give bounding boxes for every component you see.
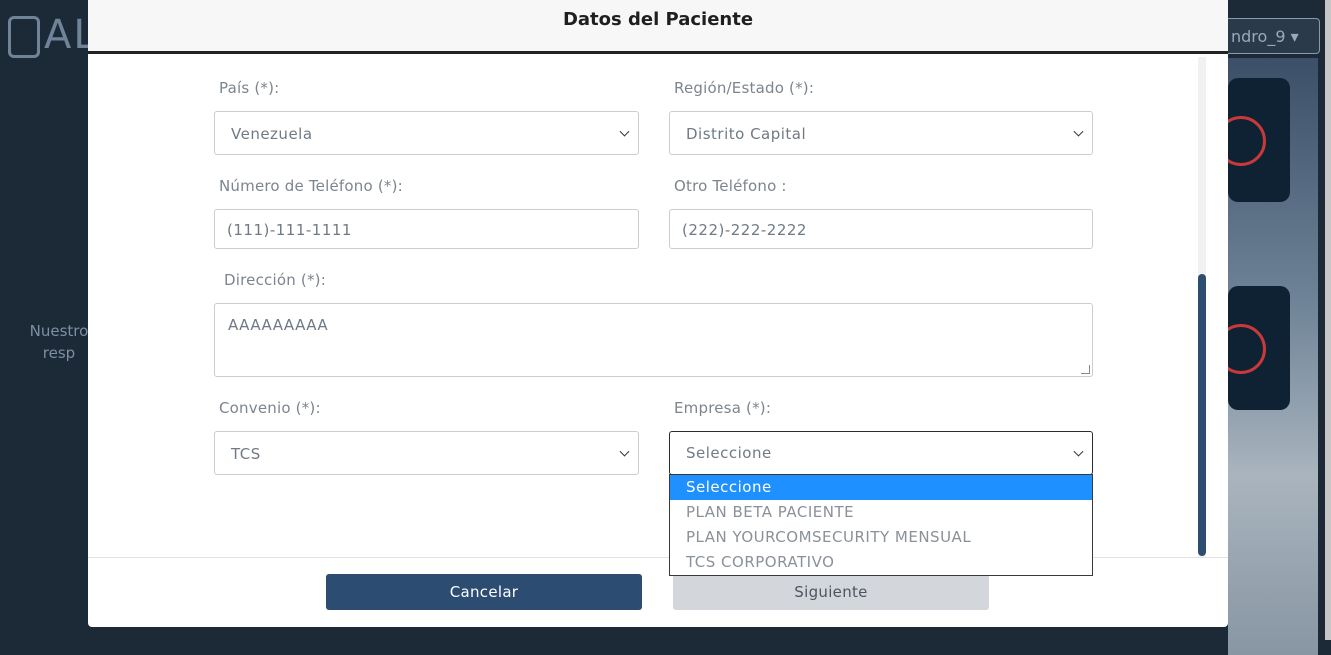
empresa-option[interactable]: PLAN BETA PACIENTE — [670, 500, 1092, 525]
next-button[interactable]: Siguiente — [673, 574, 989, 610]
direccion-label: Dirección (*): — [224, 271, 326, 289]
convenio-label: Convenio (*): — [219, 399, 321, 417]
otro-telefono-input[interactable]: (222)-222-2222 — [669, 209, 1093, 249]
region-label: Región/Estado (*): — [674, 79, 815, 97]
modal-scrollbar[interactable] — [1198, 57, 1206, 557]
page-scrollbar[interactable] — [1325, 0, 1331, 640]
region-select[interactable]: Distrito Capital — [669, 111, 1093, 155]
resize-handle-icon[interactable] — [1081, 365, 1090, 374]
modal-scrollbar-thumb[interactable] — [1198, 274, 1206, 556]
empresa-label: Empresa (*): — [674, 399, 772, 417]
empresa-select[interactable]: Seleccione — [669, 431, 1093, 475]
empresa-option[interactable]: TCS CORPORATIVO — [670, 550, 1092, 575]
empresa-option[interactable]: PLAN YOURCOMSECURITY MENSUAL — [670, 525, 1092, 550]
background-card[interactable] — [1216, 286, 1290, 410]
modal-body: País (*): Venezuela Región/Estado (*): D… — [88, 57, 1228, 576]
user-menu[interactable]: ndro_9 ▾ — [1222, 18, 1320, 54]
empresa-dropdown-list: Seleccione PLAN BETA PACIENTE PLAN YOURC… — [669, 474, 1093, 576]
modal-header: Datos del Paciente — [88, 0, 1228, 54]
background-text: Nuestro resp — [29, 322, 89, 362]
pais-label: País (*): — [219, 79, 280, 97]
otro-telefono-label: Otro Teléfono : — [674, 177, 787, 195]
convenio-select[interactable]: TCS — [214, 431, 639, 475]
patient-data-modal: Datos del Paciente País (*): Venezuela R… — [88, 0, 1228, 627]
modal-title: Datos del Paciente — [562, 9, 754, 30]
telefono-input[interactable]: (111)-111-1111 — [214, 209, 639, 249]
pais-select[interactable]: Venezuela — [214, 111, 639, 155]
direccion-textarea[interactable]: AAAAAAAAA — [214, 303, 1093, 377]
cancel-button[interactable]: Cancelar — [326, 574, 642, 610]
empresa-option[interactable]: Seleccione — [670, 475, 1092, 500]
background-card[interactable] — [1216, 78, 1290, 202]
stethoscope-icon — [8, 16, 40, 58]
telefono-label: Número de Teléfono (*): — [219, 177, 403, 195]
